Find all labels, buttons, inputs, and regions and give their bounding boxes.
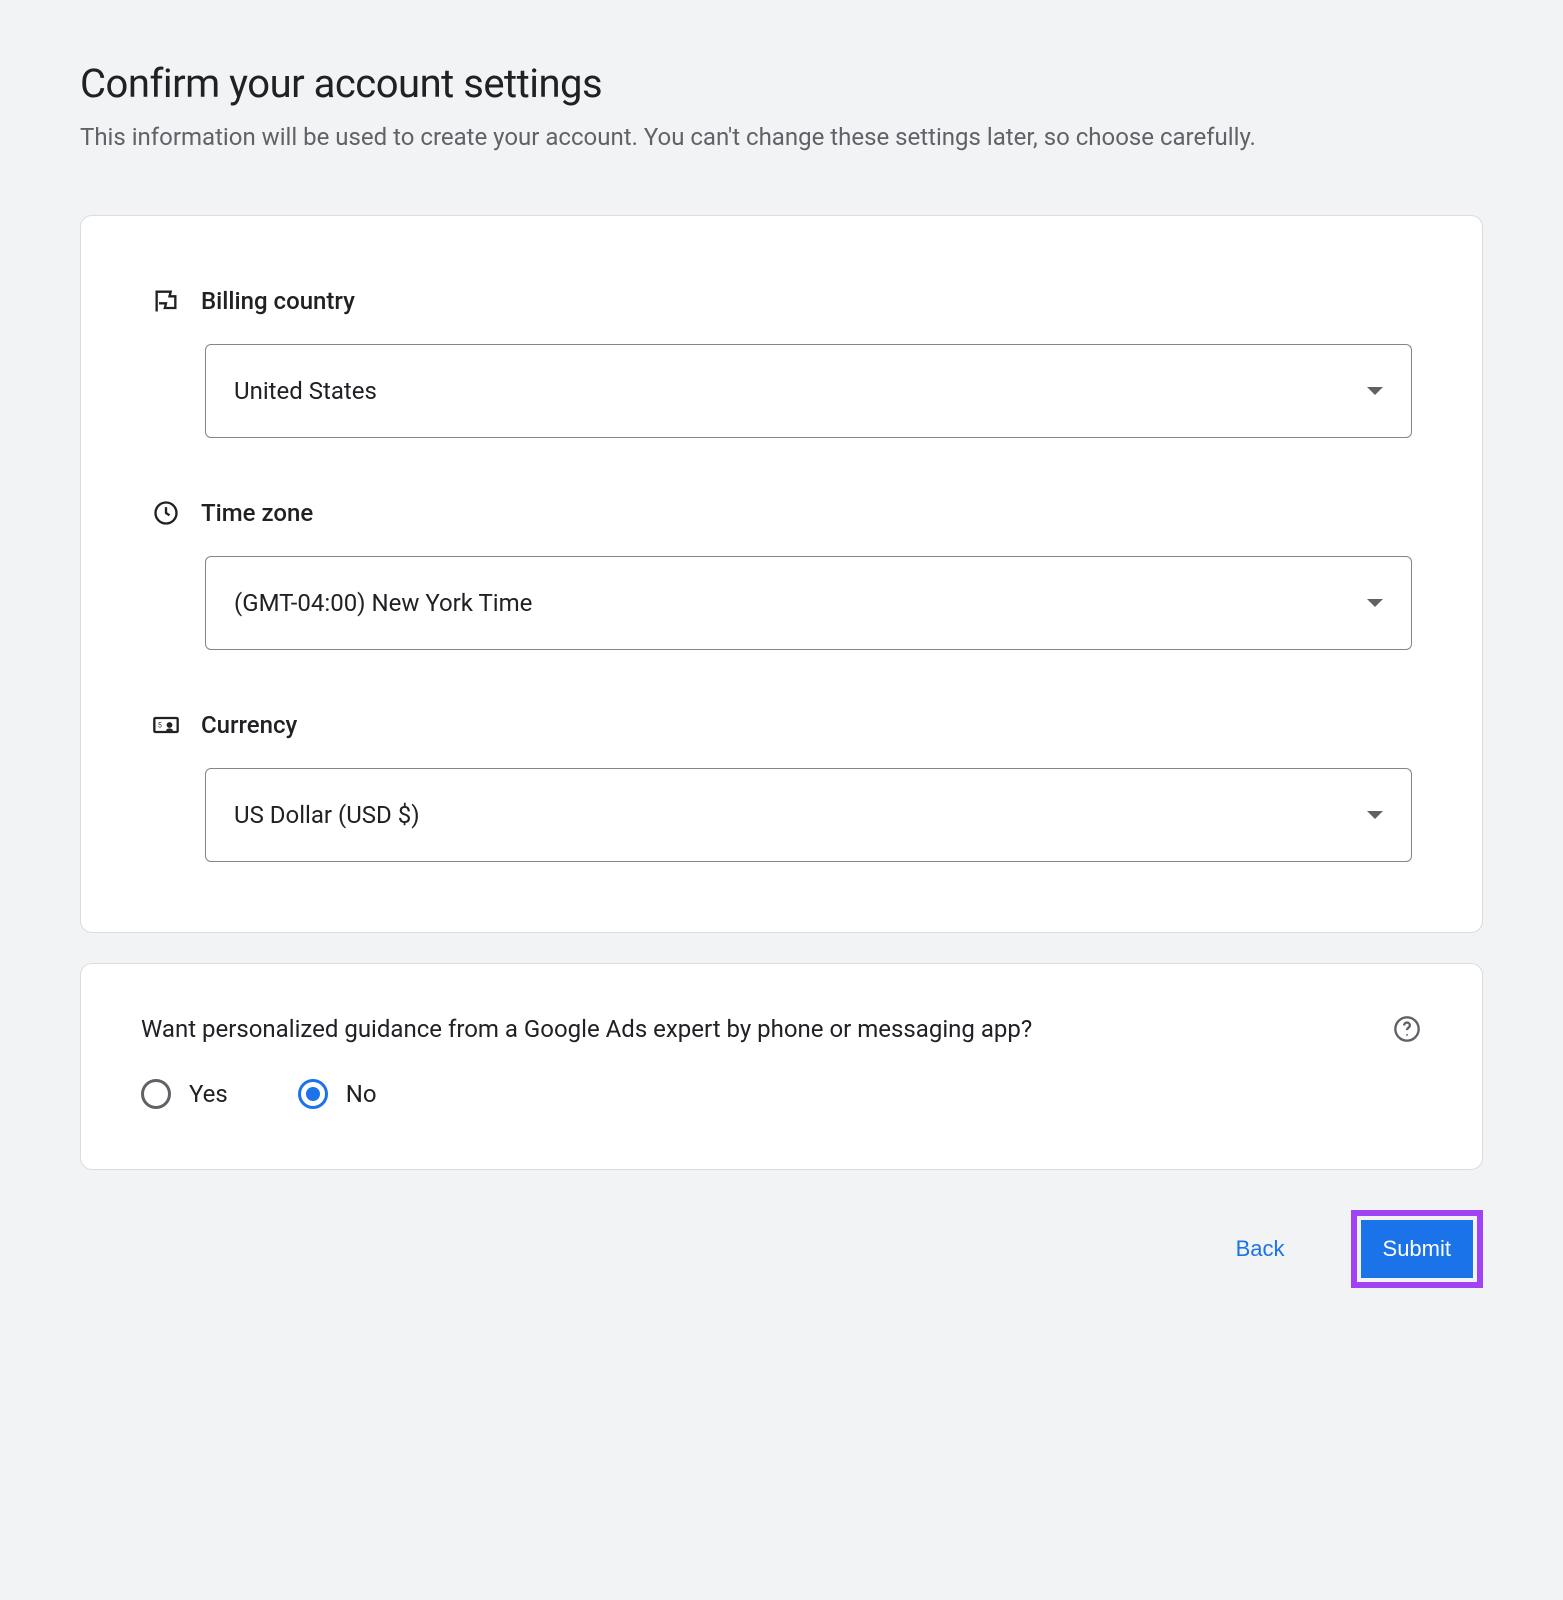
radio-no[interactable]: No bbox=[298, 1079, 377, 1109]
radio-yes[interactable]: Yes bbox=[141, 1079, 228, 1109]
button-row: Back Submit bbox=[80, 1210, 1483, 1288]
chevron-down-icon bbox=[1367, 599, 1383, 607]
radio-circle-no bbox=[298, 1079, 328, 1109]
currency-select[interactable]: US Dollar (USD $) bbox=[205, 768, 1412, 862]
time-zone-label: Time zone bbox=[201, 499, 313, 527]
help-icon[interactable] bbox=[1392, 1014, 1422, 1044]
flag-icon bbox=[151, 286, 181, 316]
payment-icon: 5 bbox=[151, 710, 181, 740]
clock-icon bbox=[151, 498, 181, 528]
currency-field: 5 Currency US Dollar (USD $) bbox=[151, 710, 1412, 862]
billing-country-label: Billing country bbox=[201, 287, 355, 315]
submit-button[interactable]: Submit bbox=[1361, 1220, 1473, 1278]
time-zone-select[interactable]: (GMT-04:00) New York Time bbox=[205, 556, 1412, 650]
currency-label: Currency bbox=[201, 711, 297, 739]
chevron-down-icon bbox=[1367, 811, 1383, 819]
submit-highlight: Submit bbox=[1351, 1210, 1483, 1288]
time-zone-field: Time zone (GMT-04:00) New York Time bbox=[151, 498, 1412, 650]
svg-text:5: 5 bbox=[158, 721, 162, 729]
back-button[interactable]: Back bbox=[1220, 1226, 1301, 1272]
radio-inner bbox=[306, 1087, 320, 1101]
billing-country-select[interactable]: United States bbox=[205, 344, 1412, 438]
billing-country-value: United States bbox=[234, 377, 377, 405]
guidance-card: Want personalized guidance from a Google… bbox=[80, 963, 1483, 1170]
page-subtitle: This information will be used to create … bbox=[80, 119, 1483, 155]
currency-value: US Dollar (USD $) bbox=[234, 801, 420, 829]
radio-no-label: No bbox=[346, 1080, 377, 1108]
radio-circle-yes bbox=[141, 1079, 171, 1109]
billing-country-field: Billing country United States bbox=[151, 286, 1412, 438]
guidance-question: Want personalized guidance from a Google… bbox=[141, 1015, 1032, 1043]
page-title: Confirm your account settings bbox=[80, 60, 1483, 107]
settings-card: Billing country United States Time zone … bbox=[80, 215, 1483, 933]
radio-yes-label: Yes bbox=[189, 1080, 228, 1108]
chevron-down-icon bbox=[1367, 387, 1383, 395]
time-zone-value: (GMT-04:00) New York Time bbox=[234, 589, 532, 617]
